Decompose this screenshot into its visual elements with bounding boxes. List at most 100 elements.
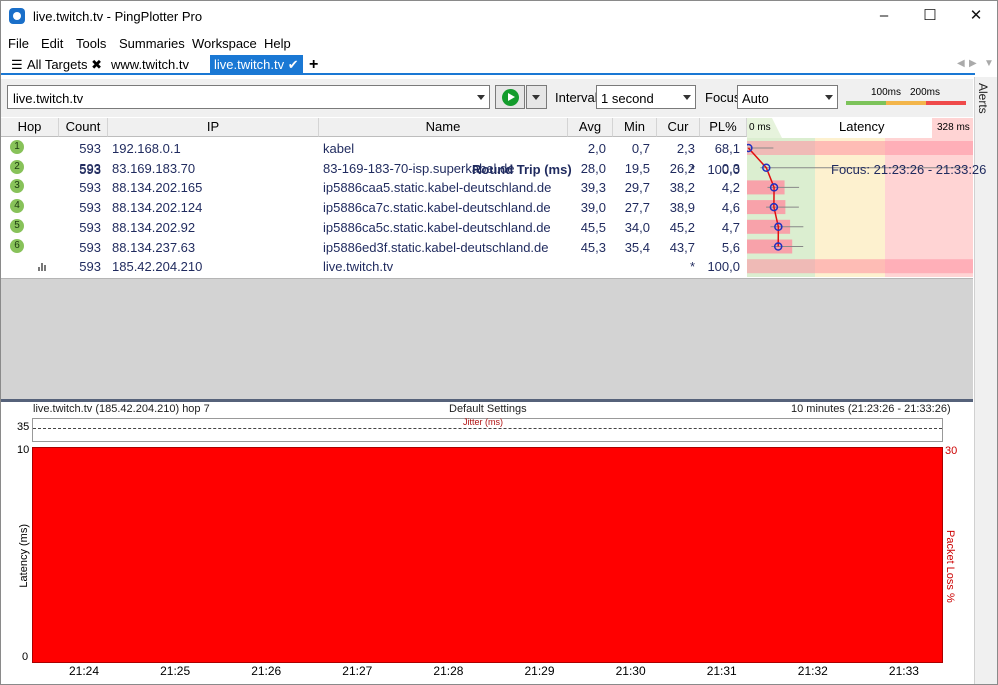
latency-chart <box>744 118 973 277</box>
cell-avg: 2,0 <box>587 141 606 156</box>
cell-count: 593 <box>79 219 101 235</box>
scale-yellow-bar <box>886 101 926 105</box>
alerts-label[interactable]: Alerts <box>976 83 990 114</box>
summary-count: 593 <box>79 162 101 177</box>
col-hop[interactable]: Hop <box>1 118 59 137</box>
close-all-icon[interactable]: ✖ <box>91 57 102 72</box>
pingplotter-logo-icon <box>9 8 25 24</box>
cell-ip: 192.168.0.1 <box>112 141 181 156</box>
y-right-max-label: 30 <box>945 445 958 457</box>
cell-name: ip5886ca7c.static.kabel-deutschland.de <box>323 200 551 216</box>
x-tick-label: 21:32 <box>797 664 828 678</box>
chevron-down-icon[interactable] <box>477 95 485 100</box>
summary-focus: Focus: 21:23:26 - 21:33:26 <box>831 162 987 177</box>
check-icon: ✔ <box>287 57 299 72</box>
cell-name: ip5886ed3f.static.kabel-deutschland.de <box>323 239 549 255</box>
cell-pl: 5,6 <box>721 239 740 255</box>
scale-red-bar <box>926 101 966 105</box>
table-row[interactable]: 4 593 88.134.202.124 ip5886ca7c.static.kabe… <box>1 197 747 217</box>
y-right-axis-label: Packet Loss % <box>944 530 956 603</box>
window-title: live.twitch.tv - PingPlotter Pro <box>33 9 203 24</box>
col-min[interactable]: Min <box>613 118 657 137</box>
target-value: live.twitch.tv <box>13 91 84 106</box>
cell-avg: 39,3 <box>580 180 606 196</box>
tab-live-twitch[interactable]: live.twitch.tv ✔ <box>210 55 303 75</box>
y-min-label: 0 <box>22 651 29 663</box>
cell-avg: 45,3 <box>580 239 606 255</box>
x-tick-label: 21:24 <box>69 664 100 678</box>
col-pl[interactable]: PL% <box>700 118 747 137</box>
cell-name: ip5886caa5.static.kabel-deutschland.de <box>323 180 552 196</box>
empty-grid-area <box>1 278 973 399</box>
cell-cur: 45,2 <box>669 219 695 235</box>
table-row[interactable]: 3 593 88.134.202.165 ip5886caa5.static.kabe… <box>1 177 747 197</box>
tab-all-targets[interactable]: All Targets ✖ <box>23 55 106 75</box>
tab-scroll-left-icon[interactable]: ◀ <box>957 58 965 69</box>
cell-cur: 38,9 <box>669 200 695 216</box>
interval-select[interactable]: 1 second <box>596 85 696 109</box>
x-tick-label: 21:28 <box>433 664 464 678</box>
tab-all-targets-label: All Targets <box>27 57 88 72</box>
maximize-button[interactable]: ☐ <box>907 1 953 32</box>
graph-target-info: live.twitch.tv (185.42.204.210) hop 7 <box>33 403 210 415</box>
menu-edit[interactable]: Edit <box>41 36 63 51</box>
start-trace-button[interactable] <box>495 85 525 109</box>
scale-100-label: 100ms <box>871 87 902 98</box>
latency-max-label: 328 ms <box>937 122 970 133</box>
scale-200-label: 200ms <box>910 87 941 98</box>
target-input[interactable]: live.twitch.tv <box>7 85 490 109</box>
col-count[interactable]: Count <box>59 118 108 137</box>
cell-cur: * <box>689 259 695 275</box>
cell-pl: 4,2 <box>721 180 740 196</box>
close-button[interactable]: ✕ <box>953 1 997 32</box>
menu-summaries[interactable]: Summaries <box>119 36 185 51</box>
cell-avg: 45,5 <box>580 219 606 235</box>
col-cur[interactable]: Cur <box>657 118 700 137</box>
summary-pl: 100,0 <box>707 162 740 177</box>
summary-row: 593 Round Trip (ms) * 100,0 Focus: 21:23… <box>1 159 986 179</box>
minimize-button[interactable]: – <box>861 1 907 32</box>
graph-settings[interactable]: Default Settings <box>449 403 527 415</box>
tab-scroll-right-icon[interactable]: ▶ <box>969 58 977 69</box>
hop-number: 5 <box>10 218 24 233</box>
latency-header[interactable]: Latency <box>839 119 885 134</box>
focus-value: Auto <box>742 91 769 106</box>
latency-scale-legend: 100ms 200ms <box>846 87 966 107</box>
col-ip[interactable]: IP <box>108 118 319 137</box>
add-tab-button[interactable]: + <box>305 55 322 75</box>
hop-number: 1 <box>10 140 24 154</box>
cell-count: 593 <box>79 239 101 255</box>
cell-min: 0,7 <box>631 141 650 156</box>
table-row[interactable]: 6 593 88.134.237.63 ip5886ed3f.static.kabel… <box>1 237 747 257</box>
chevron-down-icon <box>532 95 540 100</box>
menu-workspace[interactable]: Workspace <box>192 36 257 51</box>
title-bar: live.twitch.tv - PingPlotter Pro – ☐ ✕ <box>1 1 997 32</box>
summary-cur: * <box>689 162 695 177</box>
cell-count: 593 <box>79 259 101 275</box>
cell-count: 593 <box>79 200 101 216</box>
hop-number: 3 <box>10 179 24 194</box>
latency-min-label: 0 ms <box>749 122 771 133</box>
cell-ip: 88.134.202.165 <box>112 180 203 196</box>
jitter-line <box>33 428 942 429</box>
focus-select[interactable]: Auto <box>737 85 838 109</box>
cell-cur: 43,7 <box>669 239 695 255</box>
menu-file[interactable]: File <box>8 36 29 51</box>
interval-value: 1 second <box>601 91 654 106</box>
table-row[interactable]: 1 593 192.168.0.1 kabel 2,0 0,7 2,3 68,1 <box>1 138 747 158</box>
x-tick-label: 21:27 <box>342 664 373 678</box>
menu-tools[interactable]: Tools <box>76 36 106 51</box>
table-row[interactable]: 5 593 88.134.202.92 ip5886ca5c.static.kabel… <box>1 217 747 237</box>
y-axis-label: Latency (ms) <box>18 524 30 588</box>
start-options-button[interactable] <box>526 85 547 109</box>
tab-menu-icon[interactable]: ▼ <box>984 58 994 69</box>
hop-number: 6 <box>10 238 24 253</box>
jitter-graph: Jitter (ms) <box>32 417 943 442</box>
col-avg[interactable]: Avg <box>568 118 613 137</box>
packet-loss-area[interactable] <box>32 447 943 663</box>
table-row[interactable]: 593 185.42.204.210 live.twitch.tv * 100,0 <box>1 256 747 276</box>
menu-help[interactable]: Help <box>264 36 291 51</box>
tab-www-twitch[interactable]: www.twitch.tv <box>107 55 193 75</box>
x-tick-label: 21:26 <box>251 664 282 678</box>
col-name[interactable]: Name <box>319 118 568 137</box>
